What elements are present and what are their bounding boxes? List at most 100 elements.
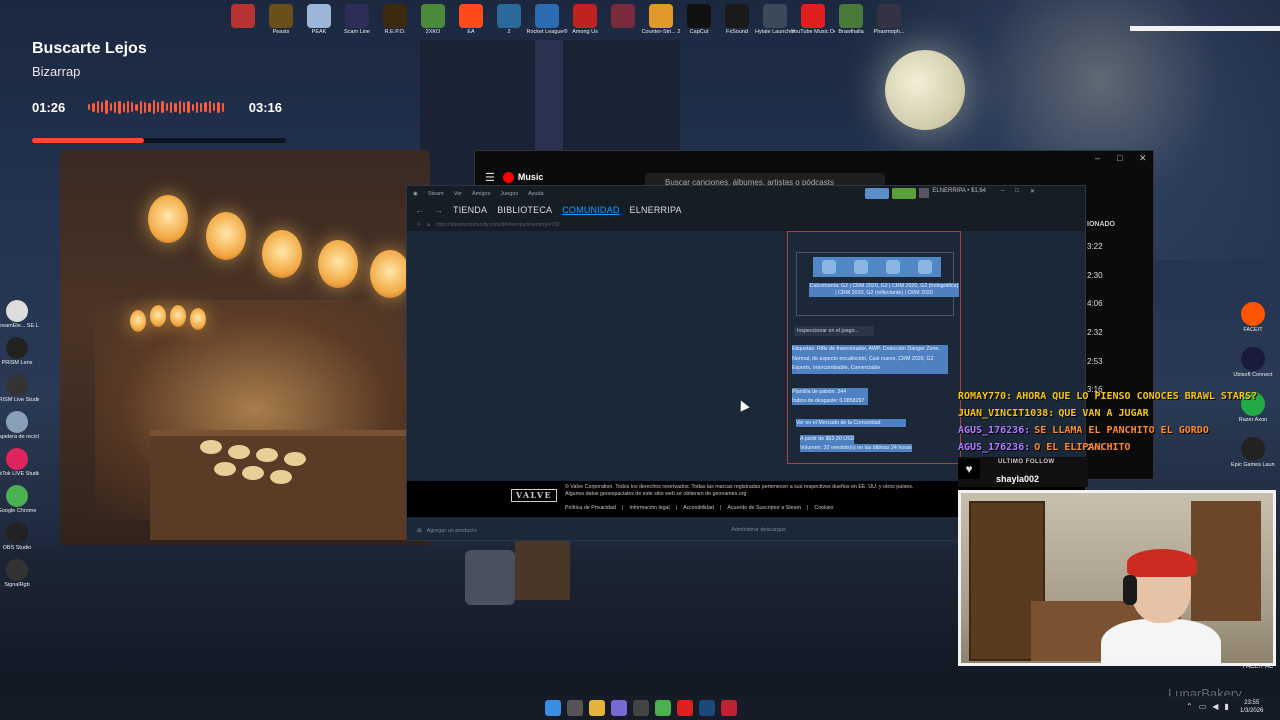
desktop-shortcut[interactable]: Phasmoph...	[872, 0, 906, 48]
desktop-shortcut[interactable]	[606, 0, 640, 48]
play-icon	[801, 4, 825, 28]
desktop-shortcut[interactable]: SignalRgb	[0, 555, 34, 588]
desktop-shortcut[interactable]: Scam Line	[340, 0, 374, 48]
desktop-shortcut[interactable]: TikTok LIVE Studio	[0, 444, 39, 477]
broadcast-icon[interactable]	[865, 188, 890, 199]
footer-link[interactable]: Accesibilidad	[683, 505, 714, 511]
shortcut-label: SignalRgb	[4, 582, 30, 588]
notifications-icon[interactable]	[892, 188, 917, 199]
desktop-shortcut[interactable]: EA	[454, 0, 488, 48]
back-arrow-icon[interactable]: ←	[415, 205, 424, 215]
desktop-shortcut[interactable]: 2	[492, 0, 526, 48]
waveform-bar	[221, 102, 224, 112]
tiktok-icon	[6, 448, 28, 470]
steam-menu-item[interactable]: Juegos	[500, 191, 518, 197]
footer-link[interactable]: Política de Privacidad	[565, 505, 616, 511]
desktop-shortcut[interactable]: Counter-Stri... 2	[642, 0, 680, 48]
community-market-link[interactable]: Ver en el Mercado de la Comunidad	[796, 419, 906, 427]
shortcut-label: Papelera de reciclaje	[0, 434, 39, 440]
close-icon[interactable]: ✕	[1139, 153, 1147, 164]
ghost-icon	[877, 4, 901, 28]
desktop-shortcut[interactable]: FACEIT	[1236, 298, 1270, 333]
network-icon[interactable]: ▭	[1199, 702, 1207, 711]
desktop-shortcut[interactable]: PRISM Live Studio	[0, 370, 39, 403]
desktop-shortcut[interactable]: R.E.P.O.	[378, 0, 412, 48]
chevron-up-icon[interactable]: ⌃	[1186, 702, 1193, 711]
search-icon[interactable]	[567, 700, 583, 716]
clock-date: 1/3/2026	[1240, 708, 1264, 714]
chrome-icon[interactable]	[655, 700, 671, 716]
app-icon[interactable]	[611, 700, 627, 716]
red-cap	[1127, 549, 1197, 577]
desktop-shortcut[interactable]: OBS Studio	[0, 518, 34, 551]
manage-downloads-button[interactable]: Administrar descargas	[731, 527, 786, 533]
song-artist: Bizarrap	[32, 64, 81, 79]
nav-elnerripa[interactable]: ELNERRIPA	[630, 205, 682, 215]
desktop-shortcut[interactable]: Hytale Launcher	[755, 0, 795, 48]
desktop-shortcut[interactable]: Google Chrome	[0, 481, 36, 514]
inspect-in-game-button[interactable]: Inspeccionar en el juego...	[794, 326, 874, 336]
waveform-bar	[191, 103, 194, 111]
avatar[interactable]	[919, 188, 930, 198]
steam-menu-item[interactable]: Steam	[428, 191, 444, 197]
waveform-bar	[96, 101, 99, 113]
desktop-shortcut[interactable]: Rocket League®	[526, 0, 568, 48]
chat-username: AGUS_176236:	[958, 442, 1031, 453]
ytm-brand: Music	[517, 172, 544, 182]
clock[interactable]: 23:55 1/3/2026	[1240, 699, 1263, 715]
desktop-shortcut[interactable]: PRISM Lens	[0, 333, 34, 366]
minimize-icon[interactable]: –	[1095, 153, 1100, 163]
desktop-shortcut[interactable]: CapCut	[682, 0, 716, 48]
chrome-icon	[6, 485, 28, 507]
desktop-shortcut[interactable]: Brawlhalla	[834, 0, 868, 48]
waveform-bar	[204, 102, 207, 112]
file-explorer-icon[interactable]	[589, 700, 605, 716]
steam-menu-item[interactable]: Amigos	[472, 191, 490, 197]
desktop-shortcut[interactable]: Among Us	[568, 0, 602, 48]
lantern	[318, 240, 358, 288]
lantern	[150, 305, 166, 327]
steam-user-label[interactable]: ELNERRIPA • $1,64	[932, 188, 986, 199]
waveform-bar	[113, 101, 117, 113]
hamburger-menu-icon[interactable]: ☰	[485, 171, 495, 184]
desktop-shortcut[interactable]: StreamEle... SE.Live	[0, 296, 39, 329]
clock-time: 23:55	[1244, 700, 1260, 706]
valve-logo[interactable]: VALVE	[511, 489, 557, 502]
desktop-shortcut[interactable]: YouTube Music Desk...	[791, 0, 835, 48]
forward-arrow-icon[interactable]: →	[434, 205, 443, 215]
steam-menu-item[interactable]: Ver	[454, 191, 462, 197]
footer-link[interactable]: Acuerdo de Suscriptor a Steam	[727, 505, 801, 511]
windows-start-icon[interactable]	[545, 700, 561, 716]
desktop-shortcut[interactable]: Epic Games Launcher	[1231, 433, 1275, 468]
desktop-shortcut[interactable]: 2XKO	[416, 0, 450, 48]
steam-menu-item[interactable]: Ayuda	[528, 191, 544, 197]
desktop-shortcut[interactable]: FxSound	[720, 0, 754, 48]
steam-icon[interactable]	[699, 700, 715, 716]
desktop-shortcut[interactable]: Ubisoft Connect	[1233, 343, 1273, 378]
waveform-bar	[152, 100, 155, 114]
footer-link[interactable]: Información legal	[629, 505, 669, 511]
add-product-button[interactable]: Agregar un producto	[427, 528, 477, 534]
volume-icon[interactable]: ◀	[1212, 702, 1218, 711]
shortcut-label: FACEIT	[1243, 327, 1263, 333]
steam-url-text[interactable]: https://steamcommunity.com/id/elnerripa/…	[436, 222, 560, 228]
desktop-shortcut[interactable]: Papelera de reciclaje	[0, 407, 39, 440]
waveform-bar	[122, 102, 125, 112]
chat-text: O EL ELIPANCHITO	[1034, 442, 1131, 453]
nav-biblioteca[interactable]: BIBLIOTECA	[497, 205, 552, 215]
lantern	[148, 195, 188, 243]
close-icon[interactable]: ✕	[1030, 188, 1035, 199]
reload-icon[interactable]: ⟳	[417, 222, 421, 228]
nav-comunidad[interactable]: COMUNIDAD	[562, 205, 619, 215]
footer-link[interactable]: Cookies	[814, 505, 833, 511]
obs-icon[interactable]	[633, 700, 649, 716]
nav-tienda[interactable]: TIENDA	[453, 205, 487, 215]
desktop-shortcut[interactable]: PEAK	[302, 0, 336, 48]
maximize-icon[interactable]: □	[1117, 153, 1122, 163]
minimize-icon[interactable]: –	[1001, 188, 1004, 199]
app-icon[interactable]	[721, 700, 737, 716]
battery-icon[interactable]: ▮	[1224, 702, 1228, 711]
add-product-icon[interactable]: ⊞	[417, 528, 422, 534]
maximize-icon[interactable]: □	[1015, 188, 1019, 199]
youtube-music-icon[interactable]	[677, 700, 693, 716]
